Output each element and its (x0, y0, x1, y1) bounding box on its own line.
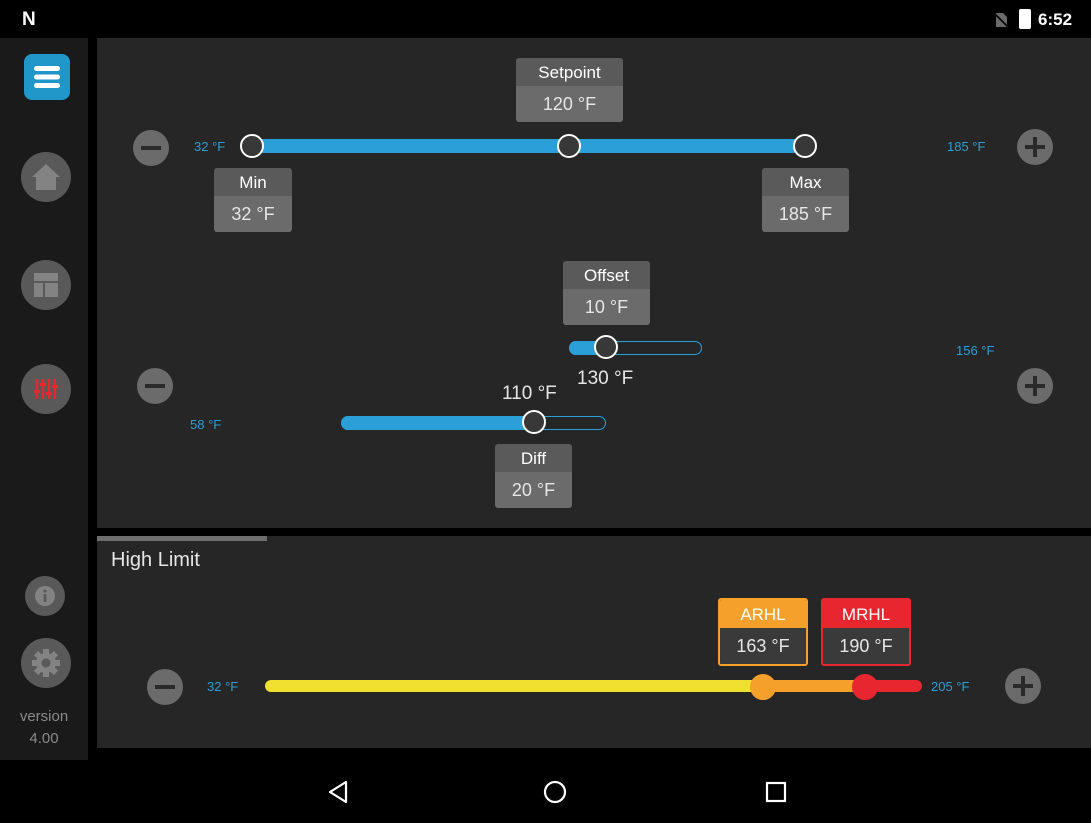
home-circle-icon (543, 780, 567, 804)
diff-track-fill (341, 416, 536, 430)
sidebar-item-info[interactable] (25, 576, 65, 616)
high-limit-title: High Limit (111, 549, 200, 571)
recents-square-icon (765, 781, 787, 803)
mrhl-tag-value: 190 °F (823, 628, 909, 664)
notification-logo-icon: N (22, 9, 36, 30)
diff-temp-value: 110 °F (502, 383, 557, 404)
menu-icon (34, 66, 60, 88)
mrhl-slider-thumb[interactable] (852, 674, 878, 700)
high-limit-track-yellow (265, 680, 765, 692)
sliders-icon (34, 379, 58, 399)
high-limit-panel (97, 536, 1091, 748)
home-icon (32, 164, 60, 190)
back-triangle-icon (328, 780, 348, 804)
sidebar: version 4.00 (0, 38, 88, 760)
sidebar-item-home[interactable] (21, 152, 71, 202)
min-tag-title: Min (214, 168, 292, 196)
min-tag: Min 32 °F (214, 168, 292, 232)
diff-tag-value: 20 °F (495, 472, 572, 508)
mrhl-tag: MRHL 190 °F (821, 598, 911, 666)
setpoint-range-track (250, 139, 806, 153)
info-icon (35, 586, 55, 606)
sidebar-item-dashboard[interactable] (21, 260, 71, 310)
arhl-tag: ARHL 163 °F (718, 598, 808, 666)
offset-increase-button[interactable] (1017, 368, 1053, 404)
android-nav-bar (0, 760, 1091, 823)
setpoint-slider-thumb[interactable] (557, 134, 581, 158)
sidebar-item-settings[interactable] (21, 638, 71, 688)
version-info: version 4.00 (0, 706, 88, 750)
high-limit-tab-indicator (97, 536, 267, 541)
status-bar: N 6:52 (0, 0, 1091, 38)
high-limit-range-max-label: 205 °F (931, 679, 970, 694)
diff-range-min-label: 58 °F (190, 417, 222, 432)
sidebar-item-controls[interactable] (21, 364, 71, 414)
high-limit-increase-button[interactable] (1005, 668, 1041, 704)
arhl-tag-value: 163 °F (720, 628, 806, 664)
menu-button[interactable] (24, 54, 70, 100)
high-limit-range-min-label: 32 °F (207, 679, 239, 694)
version-value: 4.00 (29, 730, 59, 747)
no-sim-icon (993, 12, 1009, 28)
arhl-slider-thumb[interactable] (750, 674, 776, 700)
diff-tag: Diff 20 °F (495, 444, 572, 508)
setpoint-decrease-button[interactable] (133, 130, 169, 166)
setpoint-tag: Setpoint 120 °F (516, 58, 623, 122)
setpoint-tag-value: 120 °F (516, 86, 623, 122)
setpoint-range-min-label: 32 °F (194, 139, 226, 154)
arhl-tag-title: ARHL (720, 600, 806, 628)
offset-tag-title: Offset (563, 261, 650, 289)
mrhl-tag-title: MRHL (823, 600, 909, 628)
diff-slider-thumb[interactable] (522, 410, 546, 434)
version-label: version (19, 708, 69, 725)
setpoint-increase-button[interactable] (1017, 129, 1053, 165)
back-button[interactable] (322, 776, 354, 808)
max-slider-thumb[interactable] (793, 134, 817, 158)
offset-range-max-label: 156 °F (956, 343, 995, 358)
offset-tag: Offset 10 °F (563, 261, 650, 325)
min-tag-value: 32 °F (214, 196, 292, 232)
offset-slider-thumb[interactable] (594, 335, 618, 359)
max-tag-value: 185 °F (762, 196, 849, 232)
dashboard-icon (34, 273, 58, 297)
setpoint-range-max-label: 185 °F (947, 139, 986, 154)
high-limit-decrease-button[interactable] (147, 669, 183, 705)
recents-button[interactable] (760, 776, 792, 808)
min-slider-thumb[interactable] (240, 134, 264, 158)
setpoint-tag-title: Setpoint (516, 58, 623, 86)
status-clock: 6:52 (1038, 10, 1073, 29)
max-tag-title: Max (762, 168, 849, 196)
offset-tag-value: 10 °F (563, 289, 650, 325)
home-nav-button[interactable] (539, 776, 571, 808)
battery-charging-icon (1019, 9, 1031, 29)
offset-decrease-button[interactable] (137, 368, 173, 404)
max-tag: Max 185 °F (762, 168, 849, 232)
diff-tag-title: Diff (495, 444, 572, 472)
gear-icon (32, 649, 60, 677)
offset-temp-value: 130 °F (577, 368, 634, 389)
